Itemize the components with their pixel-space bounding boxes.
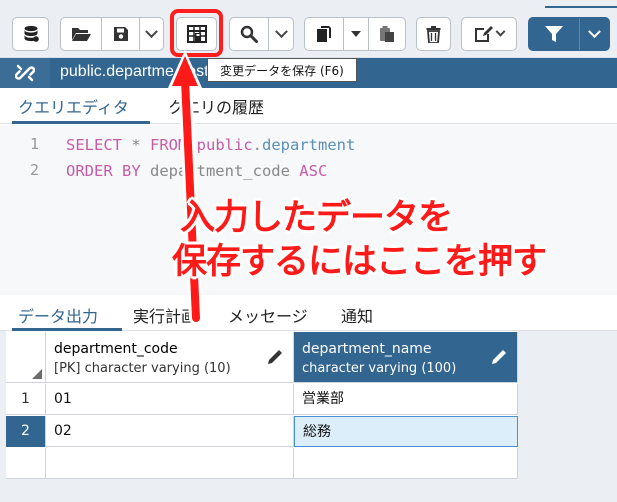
column-name: department_name [302,341,432,357]
cell-department-name[interactable]: 総務 [294,416,518,447]
column-name: department_code [54,341,178,357]
sql-identifier: department [262,136,356,154]
link-icon [15,64,35,82]
file-button-group [60,17,164,51]
table-row: 1 01 営業部 [6,384,518,415]
tab-notifications[interactable]: 通知 [341,303,373,327]
paste-icon [380,26,394,42]
annotation-line-2: 保存するにはここを押す [172,242,547,282]
clipboard-button-group [304,17,406,51]
toolbar [0,0,617,58]
chevron-down-icon [145,24,158,38]
find-button[interactable] [230,18,268,50]
editor-tabs: クエリエディタ クエリの履歴 [0,88,617,124]
chevron-down-icon [495,26,506,37]
cell-department-name[interactable] [294,448,518,479]
tab-messages[interactable]: メッセージ [228,303,308,327]
folder-open-icon [72,28,91,41]
copy-button[interactable] [305,18,343,50]
cell-department-code[interactable]: 02 [46,416,294,447]
arrow-annotation [168,50,203,325]
tab-data-output[interactable]: データ出力 [18,303,98,327]
sql-keyword: SELECT [66,136,122,154]
table-row: 2 02 総務 [6,416,518,447]
filter-button[interactable] [529,18,579,50]
find-dropdown[interactable] [268,18,293,50]
sql-keyword: ASC [299,162,328,180]
caret-down-icon [351,31,361,37]
chevron-down-icon [588,24,601,38]
edit-button[interactable] [462,18,516,50]
edit-icon [475,26,493,42]
filter-button-group [528,17,610,51]
annotation-text: 入力したデータを 保存するにはここを押す [172,196,547,284]
search-icon [240,25,258,43]
copy-dropdown[interactable] [343,18,368,50]
open-file-button[interactable] [61,18,101,50]
delete-button[interactable] [417,18,450,50]
corner-triangle-icon [32,369,42,379]
data-grid-area: department_code [PK] character varying (… [0,331,617,502]
result-tabs: データ出力 実行計画 メッセージ 通知 [0,295,617,331]
save-file-dropdown[interactable] [139,18,163,50]
sql-keyword: ORDER BY [66,162,141,180]
select-all-corner[interactable] [6,332,46,383]
pencil-icon[interactable] [267,349,283,365]
row-number[interactable] [6,448,46,479]
filter-icon [545,26,563,42]
row-number[interactable]: 1 [6,384,46,415]
active-tab-underline [12,121,150,124]
line-number: 2 [30,161,40,179]
top-tab-indicator [545,0,617,8]
column-type: character varying (100) [302,361,457,376]
code-text: * [122,136,150,154]
trash-icon [426,25,441,43]
paste-button[interactable] [368,18,405,50]
column-header-department-name[interactable]: department_name character varying (100) [294,332,518,383]
find-button-group [229,17,294,51]
table-row-empty [6,448,518,479]
save-file-button[interactable] [101,18,139,50]
filter-dropdown[interactable] [579,18,609,50]
pencil-icon[interactable] [491,349,507,365]
database-button[interactable] [13,18,48,50]
database-button-group [12,17,49,51]
tab-query-editor[interactable]: クエリエディタ [18,94,129,118]
code-text: . [252,136,263,154]
line-number: 1 [30,135,40,153]
column-header-department-code[interactable]: department_code [PK] character varying (… [46,332,294,383]
line-number-gutter: 1 2 [0,125,54,295]
delete-button-group [416,17,451,51]
connection-status-button[interactable] [0,58,50,88]
edit-button-group [461,17,517,51]
floppy-disk-icon [113,27,128,41]
annotation-line-1: 入力したデータを [180,198,453,238]
cell-department-code[interactable] [46,448,294,479]
row-number[interactable]: 2 [6,416,46,447]
column-type: [PK] character varying (10) [54,361,231,376]
cell-department-name[interactable]: 営業部 [294,384,518,415]
data-grid: department_code [PK] character varying (… [6,331,518,479]
database-icon [24,25,39,42]
chevron-down-icon [274,24,288,38]
cell-department-code[interactable]: 01 [46,384,294,415]
copy-icon [317,26,331,42]
